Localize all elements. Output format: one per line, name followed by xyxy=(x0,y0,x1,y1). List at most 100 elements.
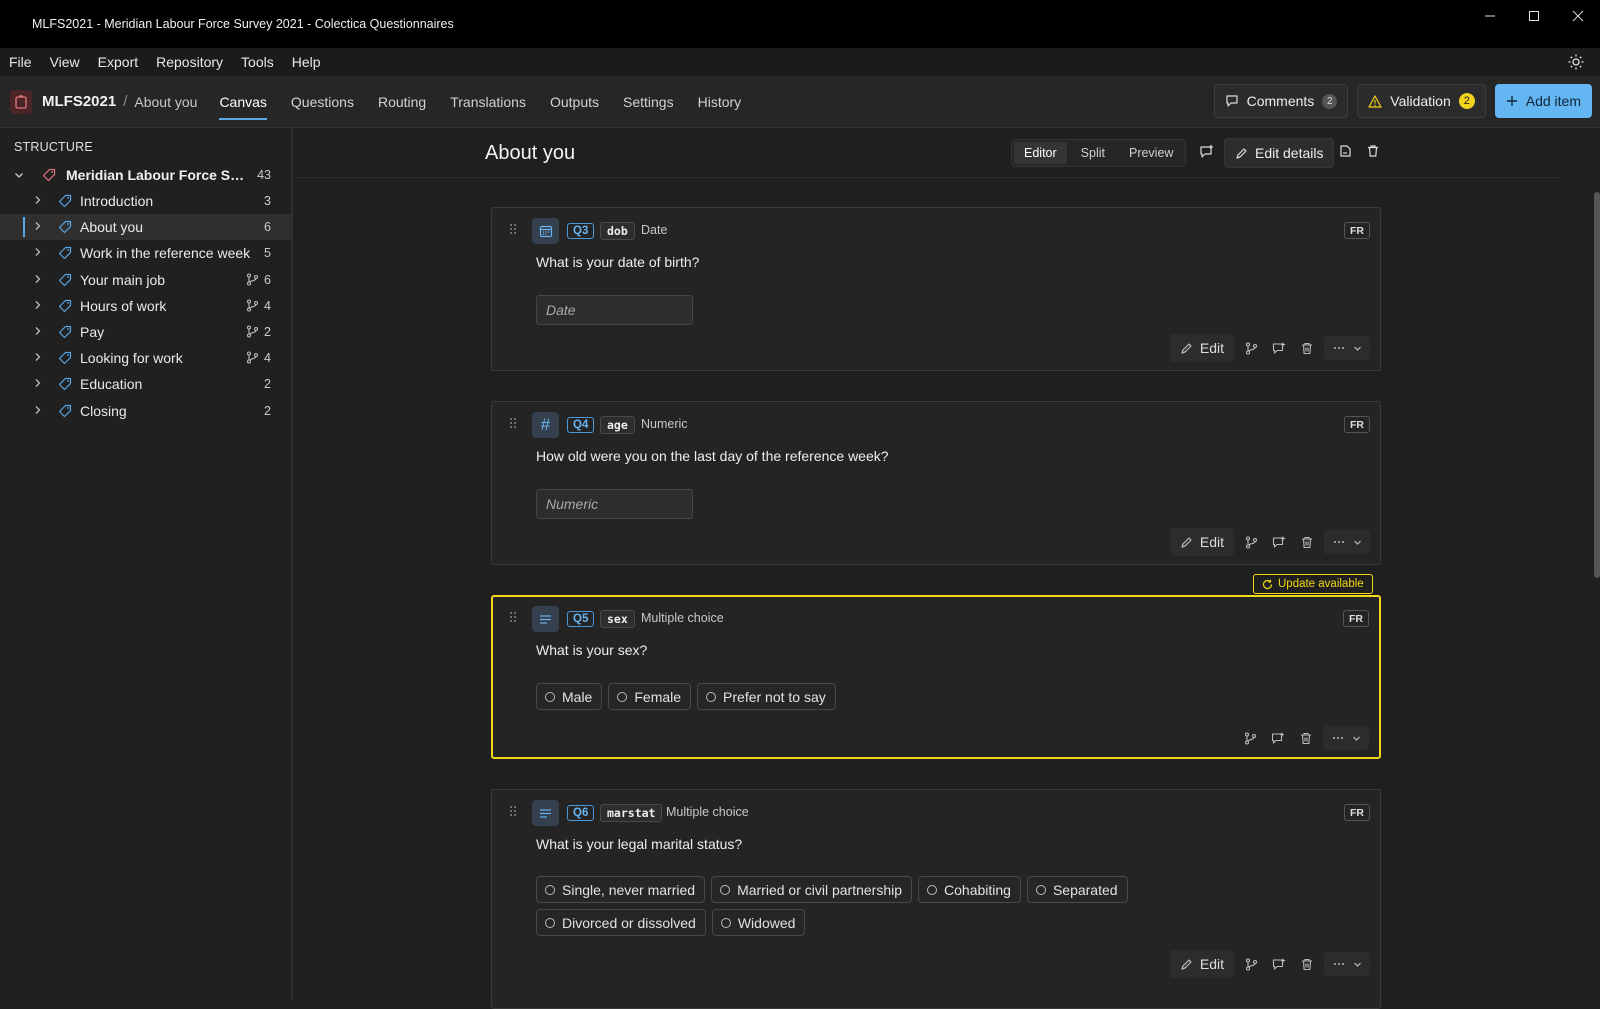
french-translation-badge[interactable]: FR xyxy=(1344,416,1370,433)
tree-item-your-main-job[interactable]: Your main job 6 xyxy=(0,267,293,293)
tab-settings[interactable]: Settings xyxy=(623,76,674,128)
add-comment-icon[interactable] xyxy=(1268,953,1290,975)
question-text: What is your date of birth? xyxy=(536,254,700,270)
tab-history[interactable]: History xyxy=(698,76,742,128)
menu-help[interactable]: Help xyxy=(292,54,321,70)
tree-item-hours-of-work[interactable]: Hours of work 4 xyxy=(0,293,293,319)
routing-icon[interactable] xyxy=(1240,953,1262,975)
view-split[interactable]: Split xyxy=(1069,140,1117,166)
french-translation-badge[interactable]: FR xyxy=(1344,804,1370,821)
validation-label: Validation xyxy=(1390,93,1451,109)
chevron-right-icon[interactable] xyxy=(33,326,42,336)
tree-item-about-you[interactable]: About you 6 xyxy=(0,214,293,241)
routing-icon[interactable] xyxy=(1240,531,1262,553)
routing-icon[interactable] xyxy=(1240,337,1262,359)
delete-icon[interactable] xyxy=(1296,337,1318,359)
tab-translations[interactable]: Translations xyxy=(450,76,526,128)
hash-icon: # xyxy=(532,412,559,438)
menu-file[interactable]: File xyxy=(9,54,32,70)
chevron-right-icon[interactable] xyxy=(33,300,42,310)
delete-icon[interactable] xyxy=(1295,727,1317,749)
add-comment-icon[interactable] xyxy=(1199,144,1215,160)
french-translation-badge[interactable]: FR xyxy=(1344,222,1370,239)
add-comment-icon[interactable] xyxy=(1267,727,1289,749)
drag-handle-icon[interactable] xyxy=(509,611,517,623)
edit-button[interactable]: Edit xyxy=(1169,528,1234,556)
comments-count-badge: 2 xyxy=(1322,93,1338,109)
tree-item-looking-for-work[interactable]: Looking for work 4 xyxy=(0,345,293,371)
view-editor[interactable]: Editor xyxy=(1014,142,1067,164)
window-controls xyxy=(1468,0,1600,32)
theme-toggle-sun-icon[interactable] xyxy=(1568,54,1584,70)
delete-icon[interactable] xyxy=(1296,531,1318,553)
window-title: MLFS2021 - Meridian Labour Force Survey … xyxy=(32,17,454,31)
validation-button[interactable]: Validation 2 xyxy=(1357,84,1486,118)
tab-questions[interactable]: Questions xyxy=(291,76,354,128)
edit-button[interactable]: Edit xyxy=(1169,950,1234,978)
tree-root[interactable]: Meridian Labour Force Sur... 43 xyxy=(0,162,293,188)
save-copy-icon[interactable] xyxy=(1338,144,1352,158)
question-card-q3[interactable]: Q3 dob Date FR What is your date of birt… xyxy=(491,207,1381,371)
tab-canvas[interactable]: Canvas xyxy=(219,76,268,128)
delete-icon[interactable] xyxy=(1366,144,1380,158)
breadcrumb-project[interactable]: MLFS2021 xyxy=(42,93,116,110)
question-card-q6[interactable]: Q6 marstat Multiple choice FR What is yo… xyxy=(491,789,1381,1009)
header-actions: Comments 2 Validation 2 Add item xyxy=(1213,84,1592,118)
tree-item-count: 2 xyxy=(264,403,271,418)
tree-item-work-in-the-reference-week[interactable]: Work in the reference week 5 xyxy=(0,240,293,266)
tree-item-education[interactable]: Education 2 xyxy=(0,371,293,397)
view-preview[interactable]: Preview xyxy=(1117,140,1185,166)
minimize-icon[interactable] xyxy=(1468,0,1512,32)
chevron-down-icon[interactable] xyxy=(14,170,24,180)
menu-view[interactable]: View xyxy=(50,54,80,70)
more-menu-button[interactable] xyxy=(1324,530,1370,554)
list-icon xyxy=(532,800,559,826)
edit-button[interactable]: Edit xyxy=(1169,334,1234,362)
comments-button[interactable]: Comments 2 xyxy=(1213,84,1349,118)
delete-icon[interactable] xyxy=(1296,953,1318,975)
response-option-label: Female xyxy=(634,688,682,705)
drag-handle-icon[interactable] xyxy=(509,805,517,817)
tree-root-count: 43 xyxy=(257,168,271,182)
french-translation-badge[interactable]: FR xyxy=(1343,610,1369,627)
drag-handle-icon[interactable] xyxy=(509,417,517,429)
add-comment-icon[interactable] xyxy=(1268,531,1290,553)
chevron-right-icon[interactable] xyxy=(33,274,42,284)
response-option-label: Married or civil partnership xyxy=(737,881,903,898)
chevron-down-icon xyxy=(1353,344,1362,353)
tree-item-introduction[interactable]: Introduction 3 xyxy=(0,188,293,214)
question-card-q4[interactable]: # Q4 age Numeric FR How old were you on … xyxy=(491,401,1381,565)
tree-item-count: 2 xyxy=(264,377,271,392)
tree-item-label: Introduction xyxy=(80,193,154,209)
chevron-right-icon[interactable] xyxy=(33,247,42,257)
canvas-scrollbar[interactable] xyxy=(1594,192,1600,578)
more-menu-button[interactable] xyxy=(1323,726,1369,750)
radio-circle-icon xyxy=(545,884,555,895)
more-menu-button[interactable] xyxy=(1324,336,1370,360)
update-available-badge[interactable]: Update available xyxy=(1253,574,1373,594)
warning-icon xyxy=(1368,94,1382,108)
tree-item-pay[interactable]: Pay 2 xyxy=(0,319,293,345)
more-menu-button[interactable] xyxy=(1324,952,1370,976)
chevron-right-icon[interactable] xyxy=(33,405,42,415)
chevron-right-icon[interactable] xyxy=(33,352,42,362)
tab-outputs[interactable]: Outputs xyxy=(550,76,599,128)
routing-icon xyxy=(246,351,259,364)
menu-repository[interactable]: Repository xyxy=(156,54,223,70)
chevron-right-icon[interactable] xyxy=(33,195,42,205)
menu-tools[interactable]: Tools xyxy=(241,54,274,70)
chevron-right-icon[interactable] xyxy=(33,221,42,231)
add-item-button[interactable]: Add item xyxy=(1494,84,1592,118)
drag-handle-icon[interactable] xyxy=(509,223,517,235)
tree-item-closing[interactable]: Closing 2 xyxy=(0,398,293,424)
chevron-right-icon[interactable] xyxy=(33,378,42,388)
tree-item-label: Closing xyxy=(80,402,127,419)
question-card-q5[interactable]: Q5 sex Multiple choice FR What is your s… xyxy=(491,595,1381,759)
routing-icon[interactable] xyxy=(1239,727,1261,749)
tab-routing[interactable]: Routing xyxy=(378,76,426,128)
edit-details-button[interactable]: Edit details xyxy=(1224,138,1335,168)
maximize-icon[interactable] xyxy=(1512,0,1556,32)
add-comment-icon[interactable] xyxy=(1268,337,1290,359)
menu-export[interactable]: Export xyxy=(98,54,138,70)
close-icon[interactable] xyxy=(1556,0,1600,32)
